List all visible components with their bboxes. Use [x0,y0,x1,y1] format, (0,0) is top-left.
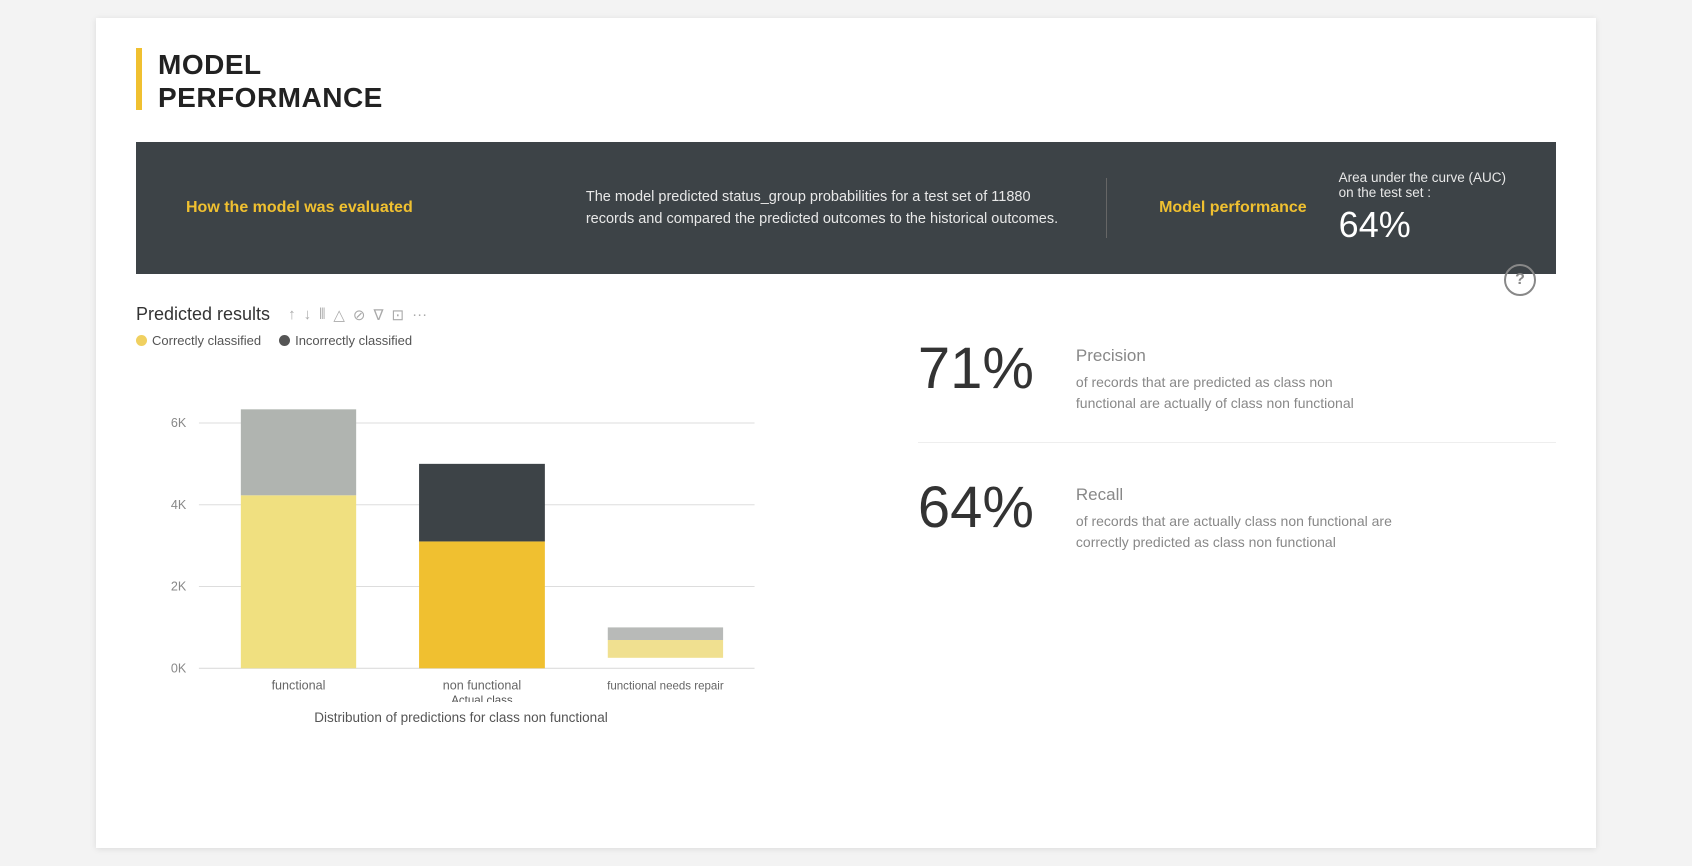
banner-auc-desc: Area under the curve (AUC)on the test se… [1339,170,1506,200]
bar-repair-incorrect [608,627,723,640]
chart-legend: Correctly classified Incorrectly classif… [136,333,838,348]
more-icon[interactable]: ··· [412,306,427,323]
filter-icon[interactable]: △ [333,306,345,324]
metric-precision-desc: of records that are predicted as class n… [1076,372,1396,414]
legend-dot-incorrect [279,335,290,346]
svg-text:2K: 2K [171,580,187,594]
svg-text:4K: 4K [171,498,187,512]
metric-precision-label: Precision [1076,346,1396,366]
bar-chart-svg: 0K 2K 4K 6K f [136,362,786,702]
bar-functional-incorrect [241,409,356,495]
funnel-icon[interactable]: ∇ [374,306,384,324]
bar-nonfunctional-incorrect [419,464,545,542]
svg-text:6K: 6K [171,416,187,430]
legend-incorrectly-classified: Incorrectly classified [279,333,412,348]
metric-recall-desc: of records that are actually class non f… [1076,511,1396,553]
legend-label-incorrect: Incorrectly classified [295,333,412,348]
bar-nonfunctional-correct [419,541,545,668]
banner-divider [1106,178,1107,238]
header-bar [136,48,142,110]
bar-functional-correct [241,495,356,668]
chart-title: Predicted results [136,304,270,325]
page-title: MODEL PERFORMANCE [158,48,383,114]
svg-text:non functional: non functional [443,678,521,692]
banner-right: Model performance Area under the curve (… [1147,170,1506,246]
chart-area: Predicted results ↑ ↓ ⫴ △ ⊘ ∇ ⊡ ··· Corr… [136,304,878,725]
banner-description: The model predicted status_group probabi… [586,189,1058,227]
svg-text:functional: functional [272,678,326,692]
chart-footer: Distribution of predictions for class no… [136,710,786,725]
pin-icon[interactable]: ⊘ [353,306,366,324]
main-content: Predicted results ↑ ↓ ⫴ △ ⊘ ∇ ⊡ ··· Corr… [136,304,1556,725]
banner-performance-label: Model performance [1147,199,1307,217]
banner-how-section: How the model was evaluated [186,199,586,217]
metric-recall-value: 64% [918,479,1048,537]
legend-dot-correct [136,335,147,346]
svg-text:functional needs repair: functional needs repair [607,680,724,692]
metric-precision-value: 71% [918,340,1048,398]
sort-desc-icon[interactable]: ↓ [304,306,312,323]
table-icon[interactable]: ⊡ [392,306,405,324]
sort-asc-icon[interactable]: ↑ [288,306,296,323]
banner-auc-block: Area under the curve (AUC)on the test se… [1339,170,1506,246]
legend-correctly-classified: Correctly classified [136,333,261,348]
bar-chart-wrap: 0K 2K 4K 6K f [136,362,786,702]
metric-precision-right: Precision of records that are predicted … [1076,340,1396,414]
svg-text:0K: 0K [171,662,187,676]
legend-label-correct: Correctly classified [152,333,261,348]
page-container: MODEL PERFORMANCE How the model was eval… [96,18,1596,848]
metric-precision-block: 71% Precision of records that are predic… [918,304,1556,443]
page-header: MODEL PERFORMANCE [136,48,1556,114]
help-icon[interactable]: ? [1504,264,1536,296]
metric-recall-label: Recall [1076,485,1396,505]
chart-header: Predicted results ↑ ↓ ⫴ △ ⊘ ∇ ⊡ ··· [136,304,838,325]
metric-recall-right: Recall of records that are actually clas… [1076,479,1396,553]
info-banner: How the model was evaluated The model pr… [136,142,1556,274]
bar-repair-correct [608,640,723,658]
banner-auc-value: 64% [1339,204,1411,246]
metric-recall-block: 64% Recall of records that are actually … [918,443,1556,581]
chart-toolbar[interactable]: ↑ ↓ ⫴ △ ⊘ ∇ ⊡ ··· [288,306,427,324]
split-icon[interactable]: ⫴ [319,306,325,323]
banner-how-label: How the model was evaluated [186,199,413,217]
metrics-area: ? 71% Precision of records that are pred… [878,304,1556,725]
svg-text:Actual class: Actual class [451,695,513,702]
